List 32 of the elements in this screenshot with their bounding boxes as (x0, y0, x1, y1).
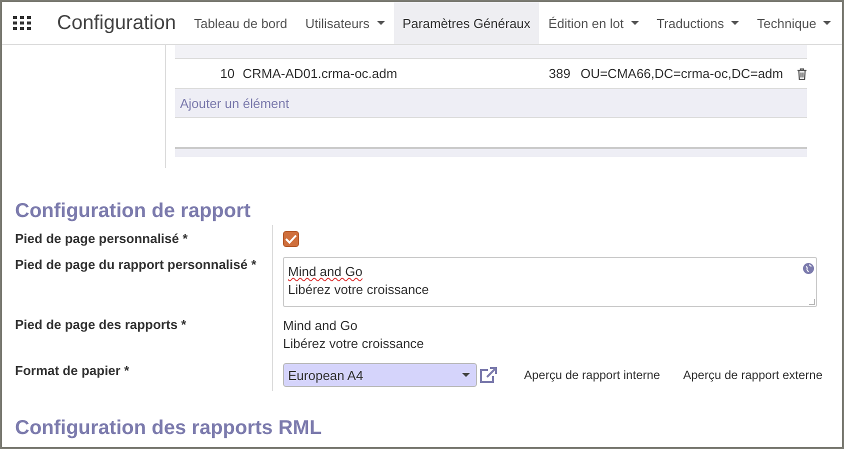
external-link-icon[interactable] (479, 366, 498, 384)
caret-icon (731, 21, 740, 25)
menu-item[interactable]: Paramètres Généraux (394, 2, 540, 44)
paper-format-select[interactable]: European A4 (283, 363, 477, 387)
table-cell-text: CRMA-AD01.crma-oc.adm (242, 66, 398, 81)
caret-icon (823, 21, 832, 25)
app-title: Configuration (57, 12, 176, 34)
apps-menu-icon[interactable] (13, 16, 31, 30)
menu-item[interactable]: Tableau de bord (184, 2, 296, 44)
footer-textarea[interactable]: Mind and Go Libérez votre croissance (283, 257, 817, 307)
globe-icon[interactable] (803, 263, 814, 274)
caret-icon (630, 21, 639, 25)
table-cell-text: 10 (219, 66, 235, 81)
preview-link[interactable]: Aperçu de rapport interne (524, 368, 660, 382)
trash-icon[interactable] (797, 68, 808, 80)
menu-item[interactable]: Traductions (648, 2, 748, 44)
menu-item[interactable]: Édition en lot (539, 2, 648, 44)
caret-icon (376, 21, 385, 25)
field-label: Pied de page personnalisé * (15, 225, 273, 251)
preview-link[interactable]: Aperçu de rapport externe (683, 368, 823, 382)
table-cell-text: OU=CMA66,DC=crma-oc,DC=adm (579, 66, 784, 81)
menu-item[interactable]: Technique (748, 2, 840, 44)
table-cell-text: 389 (548, 66, 570, 81)
checkbox[interactable] (283, 231, 299, 247)
field-label: Format de papier * (15, 357, 273, 391)
section-heading: Configuration des rapports RML (15, 417, 323, 441)
footer-text: Libérez votre croissance (283, 335, 425, 353)
footer-text: Mind and Go (283, 317, 358, 335)
field-label: Pied de page des rapports * (15, 311, 273, 357)
menu-item[interactable]: Utilisateurs (296, 2, 394, 44)
field-label: Pied de page du rapport personnalisé * (15, 251, 273, 311)
section-heading: Configuration de rapport (15, 200, 252, 224)
